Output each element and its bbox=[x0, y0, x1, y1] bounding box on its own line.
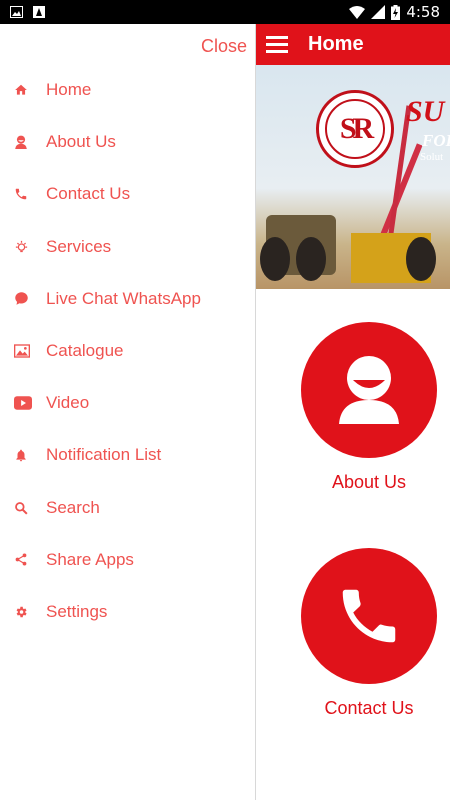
phone-icon bbox=[15, 189, 27, 200]
menu-item-label: About Us bbox=[46, 132, 116, 152]
share-icon bbox=[15, 553, 27, 566]
person-icon bbox=[339, 356, 399, 424]
brand-name: SU bbox=[406, 95, 445, 128]
image-icon bbox=[14, 344, 30, 358]
menu-item-live-chat-whatsapp[interactable]: Live Chat WhatsApp bbox=[0, 273, 255, 325]
menu-button[interactable] bbox=[256, 24, 296, 65]
navigation-drawer: Close Home About Us Contact Us Services … bbox=[0, 24, 256, 800]
hamburger-icon bbox=[266, 36, 288, 39]
brand-tagline: Solut bbox=[420, 151, 444, 163]
menu-item-home[interactable]: Home bbox=[0, 64, 255, 116]
youtube-icon bbox=[14, 396, 32, 410]
menu-item-label: Settings bbox=[46, 601, 108, 621]
person-icon bbox=[15, 135, 27, 150]
menu-item-label: Catalogue bbox=[46, 341, 124, 361]
menu-item-label: Share Apps bbox=[46, 549, 134, 569]
about-us-tile[interactable]: About Us bbox=[256, 322, 450, 493]
signal-icon bbox=[371, 5, 386, 19]
menu-item-share-apps[interactable]: Share Apps bbox=[0, 534, 255, 586]
logo-letters: SR bbox=[325, 99, 385, 159]
bell-icon bbox=[16, 449, 26, 462]
chat-icon bbox=[15, 292, 28, 306]
menu-item-contact-us[interactable]: Contact Us bbox=[0, 168, 255, 220]
menu-item-label: Home bbox=[46, 80, 92, 100]
menu-item-catalogue[interactable]: Catalogue bbox=[0, 325, 255, 377]
menu-item-label: Notification List bbox=[46, 445, 162, 465]
status-time: 4:58 bbox=[406, 3, 440, 21]
menu-item-about-us[interactable]: About Us bbox=[0, 116, 255, 168]
search-icon bbox=[15, 501, 28, 515]
contact-us-label: Contact Us bbox=[324, 698, 414, 718]
close-button[interactable]: Close bbox=[201, 36, 247, 57]
menu-item-video[interactable]: Video bbox=[0, 377, 255, 429]
menu-item-label: Services bbox=[46, 236, 112, 256]
menu-item-settings[interactable]: Settings bbox=[0, 586, 255, 638]
banner-image: SR SU FORK Solut bbox=[256, 65, 450, 289]
about-us-label: About Us bbox=[331, 472, 407, 492]
menu-item-search[interactable]: Search bbox=[0, 482, 255, 534]
gear-icon bbox=[16, 606, 27, 618]
app-bar: Home bbox=[256, 24, 450, 65]
app-icon bbox=[33, 6, 45, 18]
home-icon bbox=[15, 84, 27, 95]
menu-item-label: Search bbox=[46, 497, 100, 517]
menu-item-notification-list[interactable]: Notification List bbox=[0, 429, 255, 481]
phone-icon bbox=[342, 589, 396, 643]
image-icon bbox=[10, 6, 23, 18]
brand-subtitle: FORK bbox=[422, 131, 450, 150]
menu-item-label: Contact Us bbox=[46, 184, 131, 204]
menu-item-label: Live Chat WhatsApp bbox=[46, 288, 201, 308]
battery-charging-icon bbox=[391, 4, 401, 20]
screen: 4:58 Home SR SU FORK Solut bbox=[0, 0, 450, 800]
status-bar: 4:58 bbox=[0, 0, 450, 24]
home-screen: Home SR SU FORK Solut bbox=[256, 24, 450, 800]
menu-item-services[interactable]: Services bbox=[0, 221, 255, 273]
drawer-menu: Home About Us Contact Us Services Live C… bbox=[0, 64, 255, 638]
app-title: Home bbox=[308, 33, 364, 55]
wifi-icon bbox=[349, 5, 366, 19]
brand-logo: SR bbox=[316, 90, 394, 168]
menu-item-label: Video bbox=[46, 393, 90, 413]
contact-us-tile[interactable]: Contact Us bbox=[256, 548, 450, 719]
lightbulb-icon bbox=[15, 241, 28, 253]
